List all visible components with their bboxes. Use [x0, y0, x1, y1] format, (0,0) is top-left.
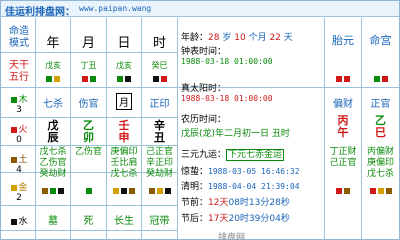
- site-url[interactable]: www.paipan.wang: [79, 4, 151, 13]
- hidden-stem: 乙伤官: [39, 158, 67, 168]
- hidden-stem: 戊七杀: [39, 147, 67, 157]
- element-squares: [362, 186, 399, 196]
- element-name: 火: [18, 125, 28, 135]
- divider: [1, 205, 177, 206]
- pillar-head-day: 日: [117, 36, 131, 51]
- taiyuan-tengod: 偏财: [333, 99, 353, 110]
- kongwang-day: 戊亥: [116, 61, 132, 70]
- fire-swatch: [11, 126, 18, 133]
- divider: [1, 145, 177, 146]
- element-squares: [142, 186, 177, 196]
- wood-swatch: [11, 96, 18, 103]
- footer-label: 排盘网: [218, 233, 246, 240]
- site-title: 佳运利排盘网：: [5, 7, 75, 18]
- lunar-time: 戊辰(龙)年二月初一日 丑时: [181, 129, 290, 139]
- past-term-row: 节前：12天08时13分28秒: [181, 198, 290, 208]
- hidden-stem: 戊七杀: [366, 169, 394, 179]
- element-name: 木: [18, 95, 28, 105]
- pillar-head-month: 月: [81, 36, 95, 51]
- solar-time: 1988-03-18 01:00:00: [181, 94, 273, 103]
- sanyuan-row: 三元九运： 下元七赤金运: [181, 149, 285, 161]
- hidden-stem: 辛正印: [145, 158, 173, 168]
- element-squares: [71, 186, 106, 196]
- hidden-stem: 戊七杀: [110, 169, 138, 179]
- element-squares: [107, 186, 141, 196]
- hidden-stem: 己正官: [145, 147, 173, 157]
- element-squares: [36, 74, 70, 84]
- life-stage: 墓: [48, 216, 58, 227]
- taiyuan-head: 胎元: [332, 34, 354, 47]
- element-count: 4: [16, 165, 22, 175]
- element-squares: [362, 74, 399, 84]
- qingming-row: 清明：1988-04-04 21:39:04: [181, 182, 300, 192]
- hidden-stem: 癸劫财: [39, 169, 67, 179]
- mode-label: 命造 模式: [9, 26, 29, 49]
- water-swatch: [11, 218, 18, 225]
- pillar-head-hour: 时: [152, 36, 166, 51]
- element-squares: [325, 74, 361, 84]
- element-squares: [71, 74, 106, 84]
- branch-year: 辰: [47, 131, 59, 144]
- life-stage: 死: [83, 216, 94, 227]
- minggong-branch: 巳: [375, 126, 386, 139]
- branch-hour: 丑: [154, 131, 165, 144]
- element-squares: [107, 74, 141, 84]
- tengod-hour: 正印: [149, 99, 170, 110]
- birth-info-panel: 年龄：28 岁 10 个月 22 天 钟表时间： 1988-03-18 01:0…: [178, 18, 324, 240]
- hidden-stem: 乙伤官: [74, 147, 102, 157]
- element-count: 0: [16, 135, 22, 145]
- metal-swatch: [11, 184, 18, 191]
- minggong-head: 命宫: [369, 34, 392, 47]
- kongwang-year: 戊亥: [45, 61, 61, 70]
- element-name: 水: [18, 217, 28, 227]
- element-count: 2: [16, 193, 22, 203]
- hidden-stem: 庚偏印: [110, 147, 138, 157]
- taiyuan-branch: 午: [337, 126, 349, 139]
- kongwang-month: 丁丑: [80, 61, 97, 70]
- minggong-tengod: 正官: [370, 99, 391, 110]
- branch-day: 申: [118, 131, 130, 144]
- jingzhe-row: 惊蛰：1988-03-05 16:46:32: [181, 167, 300, 177]
- solar-label: 真太阳时：: [181, 84, 227, 94]
- lunar-label: 农历时间：: [181, 115, 227, 125]
- divider: [1, 52, 177, 53]
- branch-month: 卯: [83, 131, 94, 144]
- site-banner: 佳运利排盘网： www.paipan.wang: [1, 1, 399, 18]
- hidden-stem: 壬比肩: [110, 158, 138, 168]
- hidden-stem: 己正官: [329, 158, 357, 168]
- kongwang-hour: 癸巳: [151, 61, 168, 70]
- clock-time: 1988-03-18 01:00:00: [181, 57, 273, 66]
- hidden-stem: 庚偏印: [366, 158, 394, 168]
- earth-swatch: [11, 156, 18, 163]
- hidden-stem: 丁正财: [329, 147, 357, 157]
- clock-label: 钟表时间：: [181, 47, 227, 57]
- element-name: 土: [18, 155, 28, 165]
- divider: [1, 230, 177, 231]
- element-count: 3: [16, 105, 22, 115]
- hidden-stem: 丙偏财: [366, 147, 394, 157]
- tengod-day: 月: [107, 93, 141, 110]
- divider: [1, 117, 177, 118]
- hidden-stem: 癸劫财: [145, 169, 173, 179]
- tengod-year: 七杀: [43, 99, 63, 110]
- pillar-head-year: 年: [46, 36, 60, 51]
- life-stage: 冠带: [149, 216, 170, 227]
- element-name: 金: [18, 183, 28, 193]
- element-squares: [36, 186, 70, 196]
- life-stage: 长生: [114, 216, 134, 227]
- next-term-row: 节后：17天20时39分04秒: [181, 214, 290, 224]
- element-squares: [325, 186, 361, 196]
- tengod-month: 伤官: [78, 99, 99, 110]
- tiangan-wuxing-label: 天干 五行: [9, 60, 29, 83]
- age-row: 年龄：28 岁 10 个月 22 天: [181, 33, 293, 43]
- element-squares: [142, 74, 177, 84]
